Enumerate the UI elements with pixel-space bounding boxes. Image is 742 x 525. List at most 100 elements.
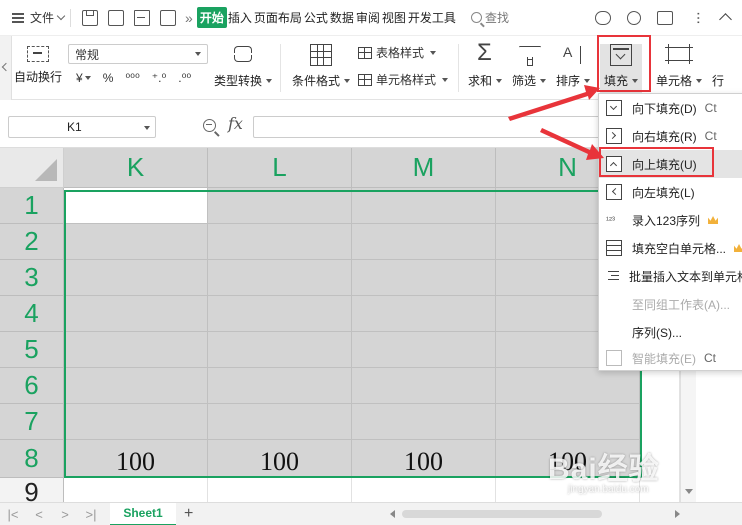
cell-l5[interactable] bbox=[208, 332, 352, 368]
sum-button[interactable]: 求和 bbox=[468, 42, 503, 89]
tab-view[interactable]: 视图 bbox=[381, 9, 407, 26]
cell-l2[interactable] bbox=[208, 224, 352, 260]
menu-item-series[interactable]: 序列(S)... bbox=[599, 318, 742, 346]
menu-item-fill-down[interactable]: 向下填充(D) Ct bbox=[599, 94, 742, 122]
tab-formulas[interactable]: 公式 bbox=[303, 9, 329, 26]
cell-k2[interactable] bbox=[64, 224, 208, 260]
cell-m4[interactable] bbox=[352, 296, 496, 332]
percent-button[interactable]: % bbox=[103, 71, 114, 85]
menu-item-fill-right[interactable]: 向右填充(R) Ct bbox=[599, 122, 742, 150]
conditional-format-button[interactable]: 条件格式 bbox=[292, 44, 351, 89]
cell-m7[interactable] bbox=[352, 404, 496, 440]
more-options-icon[interactable]: ··· bbox=[689, 11, 707, 24]
cell-l9[interactable] bbox=[208, 478, 352, 502]
sort-button[interactable]: 排序 bbox=[556, 44, 591, 89]
menu-item-batch-insert[interactable]: 批量插入文本到单元格 bbox=[599, 262, 742, 290]
horizontal-scrollbar[interactable] bbox=[390, 508, 680, 520]
row-header-3[interactable]: 3 bbox=[0, 260, 64, 296]
table-style-button[interactable]: 表格样式 bbox=[358, 44, 437, 61]
scroll-thumb[interactable] bbox=[402, 510, 602, 518]
cell-k7[interactable] bbox=[64, 404, 208, 440]
cell-k5[interactable] bbox=[64, 332, 208, 368]
currency-dropdown-icon[interactable] bbox=[84, 76, 91, 80]
type-convert-button[interactable]: 类型转换 bbox=[214, 44, 273, 89]
sheet-tab-sheet1[interactable]: Sheet1 bbox=[110, 502, 176, 525]
cell-l1[interactable] bbox=[208, 188, 352, 224]
more-commands-icon[interactable]: » bbox=[185, 10, 193, 26]
collapse-ribbon-icon[interactable] bbox=[719, 13, 732, 26]
next-sheet-icon[interactable]: > bbox=[52, 507, 78, 522]
decrease-decimal-button[interactable]: .⁰⁰ bbox=[178, 71, 191, 85]
formula-input[interactable] bbox=[253, 116, 603, 138]
tab-page-layout[interactable]: 页面布局 bbox=[253, 9, 303, 26]
last-sheet-icon[interactable]: >| bbox=[78, 507, 104, 522]
cell-n6[interactable] bbox=[496, 368, 640, 404]
scroll-down-icon[interactable] bbox=[685, 489, 693, 494]
print-preview-icon[interactable] bbox=[160, 9, 177, 26]
file-menu[interactable]: 文件 bbox=[30, 9, 66, 26]
cell-k1[interactable] bbox=[64, 188, 208, 224]
cell-l6[interactable] bbox=[208, 368, 352, 404]
cell-k8[interactable]: 100 bbox=[64, 440, 208, 478]
menu-item-sequence-123[interactable]: ¹²³ 录入123序列 bbox=[599, 206, 742, 234]
cell-m9[interactable] bbox=[352, 478, 496, 502]
tab-home[interactable]: 开始 bbox=[196, 7, 227, 28]
row-header-5[interactable]: 5 bbox=[0, 332, 64, 368]
tab-insert[interactable]: 插入 bbox=[227, 9, 253, 26]
filter-button[interactable]: 筛选 bbox=[512, 44, 547, 89]
cell-m1[interactable] bbox=[352, 188, 496, 224]
cell-n7[interactable] bbox=[496, 404, 640, 440]
wrap-text-button[interactable]: 自动换行 bbox=[14, 46, 62, 85]
insert-function-button[interactable]: fx bbox=[228, 114, 243, 133]
first-sheet-icon[interactable]: |< bbox=[0, 507, 26, 522]
select-all-corner[interactable] bbox=[0, 148, 64, 188]
cell-m3[interactable] bbox=[352, 260, 496, 296]
cloud-sync-icon[interactable] bbox=[595, 10, 611, 25]
cell-k3[interactable] bbox=[64, 260, 208, 296]
cell-style-button[interactable]: 单元格样式 bbox=[358, 71, 449, 88]
scroll-left-icon[interactable] bbox=[390, 510, 395, 518]
number-format-select[interactable]: 常规 bbox=[68, 44, 208, 64]
column-header-m[interactable]: M bbox=[352, 148, 496, 188]
row-header-9[interactable]: 9 bbox=[0, 477, 64, 502]
cell-button[interactable]: 单元格 bbox=[656, 44, 703, 89]
export-icon[interactable] bbox=[108, 9, 125, 26]
cell-k9[interactable] bbox=[64, 478, 208, 502]
name-box[interactable]: K1 bbox=[8, 116, 156, 138]
cell-k6[interactable] bbox=[64, 368, 208, 404]
search-box[interactable]: 查找 bbox=[470, 9, 509, 26]
cell-m8[interactable]: 100 bbox=[352, 440, 496, 478]
cell-l8[interactable]: 100 bbox=[208, 440, 352, 478]
tab-developer[interactable]: 开发工具 bbox=[407, 9, 457, 26]
ribbon-scroll-left[interactable] bbox=[0, 36, 12, 100]
cell-l7[interactable] bbox=[208, 404, 352, 440]
row-column-button[interactable]: 行 bbox=[712, 72, 724, 89]
row-header-6[interactable]: 6 bbox=[0, 368, 64, 404]
menu-item-fill-left[interactable]: 向左填充(L) bbox=[599, 178, 742, 206]
cell-m6[interactable] bbox=[352, 368, 496, 404]
print-icon[interactable] bbox=[134, 9, 151, 26]
row-header-7[interactable]: 7 bbox=[0, 404, 64, 440]
dropdown-arrow-icon[interactable] bbox=[144, 126, 150, 130]
row-header-1[interactable]: 1 bbox=[0, 188, 64, 224]
column-header-l[interactable]: L bbox=[208, 148, 352, 188]
user-add-icon[interactable] bbox=[627, 10, 641, 25]
cell-m5[interactable] bbox=[352, 332, 496, 368]
menu-item-fill-blank[interactable]: 填充空白单元格... bbox=[599, 234, 742, 262]
tab-review[interactable]: 审阅 bbox=[355, 9, 381, 26]
add-sheet-button[interactable]: + bbox=[184, 505, 193, 523]
cell-k4[interactable] bbox=[64, 296, 208, 332]
save-icon[interactable] bbox=[82, 9, 99, 26]
row-header-2[interactable]: 2 bbox=[0, 224, 64, 260]
prev-sheet-icon[interactable]: < bbox=[26, 507, 52, 522]
cell-m2[interactable] bbox=[352, 224, 496, 260]
zoom-out-icon[interactable] bbox=[203, 119, 216, 132]
column-header-k[interactable]: K bbox=[64, 148, 208, 188]
thousands-button[interactable]: ⁰⁰⁰ bbox=[125, 71, 139, 85]
hamburger-icon[interactable] bbox=[12, 12, 24, 23]
tab-data[interactable]: 数据 bbox=[329, 9, 355, 26]
increase-decimal-button[interactable]: ⁺.⁰ bbox=[152, 71, 166, 85]
share-icon[interactable] bbox=[657, 10, 673, 25]
row-header-4[interactable]: 4 bbox=[0, 296, 64, 332]
scroll-right-icon[interactable] bbox=[675, 510, 680, 518]
